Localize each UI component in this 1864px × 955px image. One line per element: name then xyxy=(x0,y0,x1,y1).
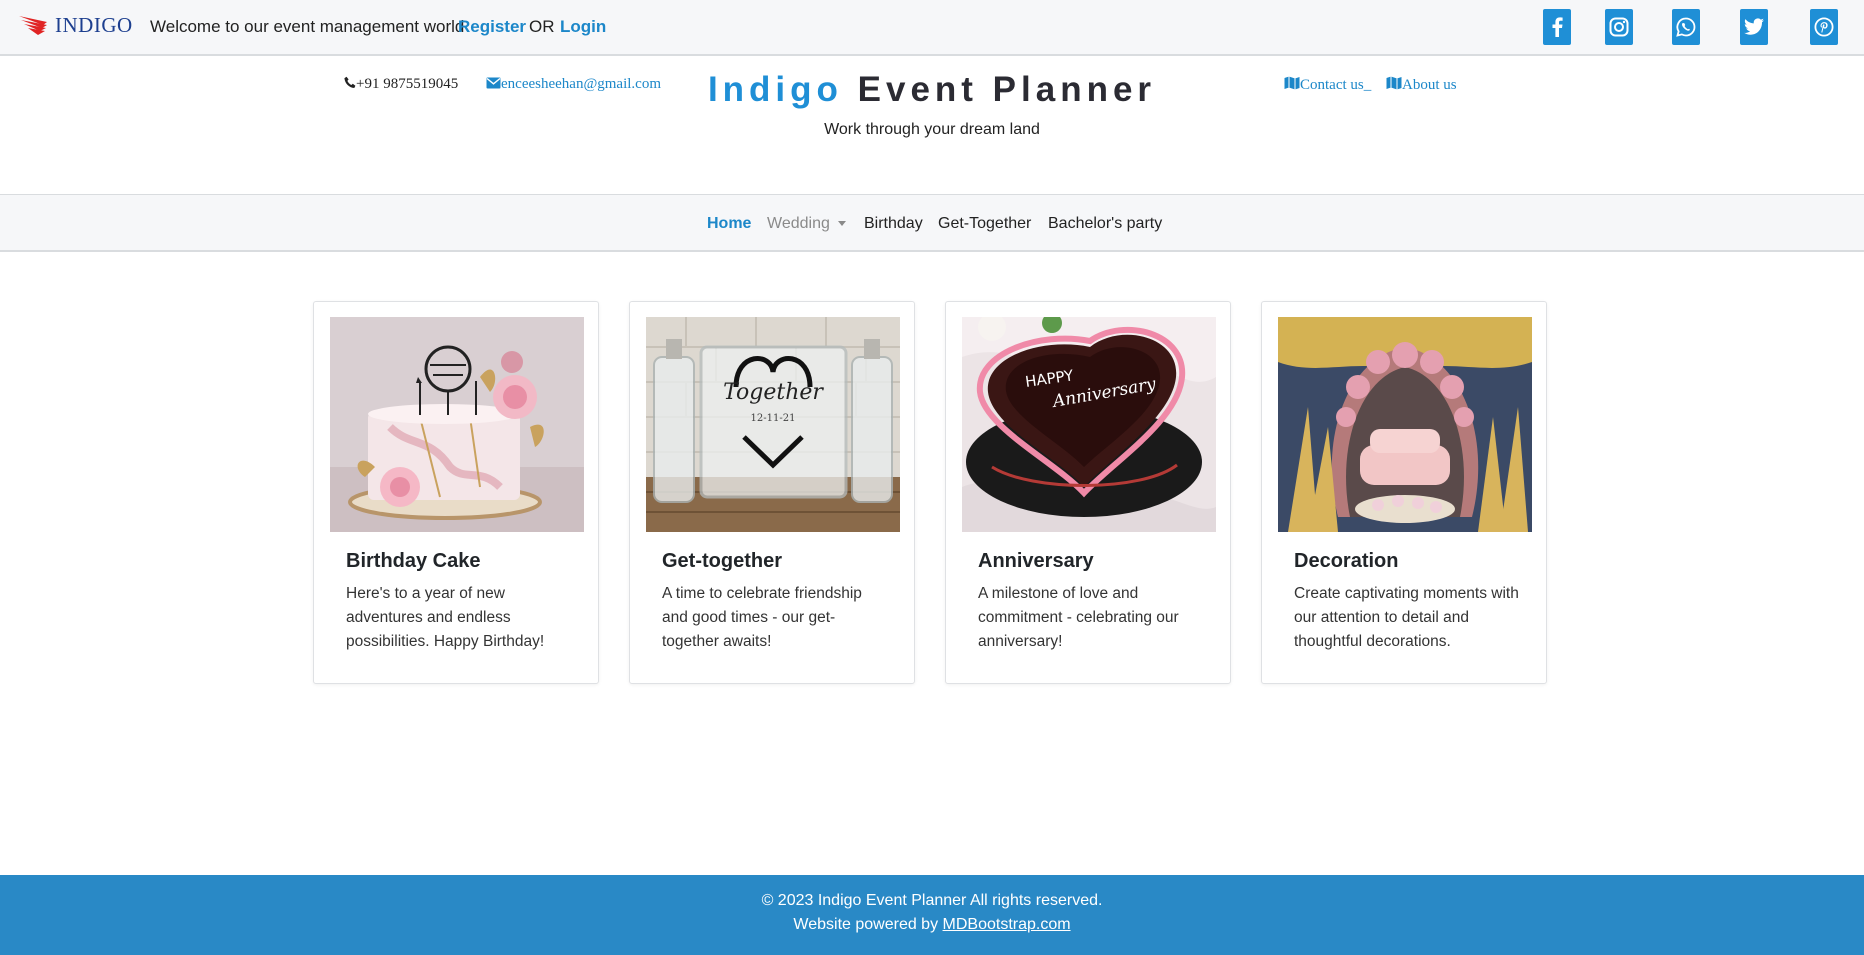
anniversary-cake-image: HAPPY Anniversary xyxy=(962,317,1216,532)
instagram-button[interactable] xyxy=(1605,9,1633,45)
nav-bachelors-party[interactable]: Bachelor's party xyxy=(1048,215,1162,233)
instagram-icon xyxy=(1609,17,1629,37)
register-link[interactable]: Register xyxy=(458,17,526,37)
site-tagline: Work through your dream land xyxy=(824,121,1040,138)
facebook-button[interactable] xyxy=(1543,9,1571,45)
card-decoration[interactable]: Decoration Create captivating moments wi… xyxy=(1261,301,1547,684)
svg-text:Together: Together xyxy=(723,380,824,405)
main-navbar: Home Wedding Birthday Get-Together Bache… xyxy=(0,194,1864,252)
footer-powered-by: Website powered by MDBootstrap.com xyxy=(0,916,1864,934)
nav-get-together[interactable]: Get-Together xyxy=(938,215,1031,233)
birthday-cake-image xyxy=(330,317,584,532)
wing-logo-icon xyxy=(19,16,47,35)
site-title: Indigo Event Planner xyxy=(0,70,1864,110)
nav-home[interactable]: Home xyxy=(707,215,751,233)
site-title-indigo: Indigo xyxy=(707,70,843,109)
footer-powered-prefix: Website powered by xyxy=(793,916,943,933)
card-text: A milestone of love and commitment - cel… xyxy=(978,585,1179,650)
card-birthday-cake[interactable]: Birthday Cake Here's to a year of new ad… xyxy=(313,301,599,684)
svg-text:12-11-21: 12-11-21 xyxy=(751,413,796,424)
nav-wedding-label: Wedding xyxy=(767,215,830,232)
top-bar: INDIGO Welcome to our event management w… xyxy=(0,0,1864,56)
brand-name: INDIGO xyxy=(55,12,133,37)
map-icon xyxy=(1386,76,1402,95)
brand-logo[interactable]: INDIGO xyxy=(17,12,133,38)
about-us-label: About us xyxy=(1402,77,1457,93)
card-get-together[interactable]: Together 12-11-21 Get-together A time to… xyxy=(629,301,915,684)
nav-wedding-dropdown[interactable]: Wedding xyxy=(767,215,846,233)
contact-us-link[interactable]: Contact us_ xyxy=(1284,76,1371,95)
twitter-icon xyxy=(1744,18,1764,35)
card-text: Create captivating moments with our atte… xyxy=(1294,585,1519,650)
welcome-text: Welcome to our event management world xyxy=(150,17,465,36)
card-title: Anniversary xyxy=(978,550,1094,572)
map-icon xyxy=(1284,76,1300,95)
get-together-image: Together 12-11-21 xyxy=(646,317,900,532)
mdbootstrap-link[interactable]: MDBootstrap.com xyxy=(943,916,1071,933)
site-title-event-planner: Event Planner xyxy=(857,70,1157,109)
decoration-image xyxy=(1278,317,1532,532)
or-separator: OR xyxy=(529,17,555,36)
whatsapp-button[interactable] xyxy=(1672,9,1700,45)
whatsapp-icon xyxy=(1676,17,1696,37)
card-text: A time to celebrate friendship and good … xyxy=(662,585,862,650)
caret-down-icon xyxy=(837,221,846,227)
pinterest-button[interactable] xyxy=(1810,9,1838,45)
footer-copyright: © 2023 Indigo Event Planner All rights r… xyxy=(761,892,1103,909)
login-link[interactable]: Login xyxy=(560,17,606,37)
facebook-icon xyxy=(1552,17,1563,37)
about-us-link[interactable]: About us xyxy=(1386,76,1457,95)
nav-birthday[interactable]: Birthday xyxy=(864,215,923,233)
footer: © 2023 Indigo Event Planner All rights r… xyxy=(0,875,1864,955)
contact-us-label: Contact us_ xyxy=(1300,77,1372,93)
twitter-button[interactable] xyxy=(1740,9,1768,45)
card-title: Get-together xyxy=(662,550,782,572)
card-title: Birthday Cake xyxy=(346,550,481,572)
card-text: Here's to a year of new adventures and e… xyxy=(346,585,545,650)
card-anniversary[interactable]: HAPPY Anniversary Anniversary A mileston… xyxy=(945,301,1231,684)
card-title: Decoration xyxy=(1294,550,1399,572)
pinterest-icon xyxy=(1814,17,1834,37)
